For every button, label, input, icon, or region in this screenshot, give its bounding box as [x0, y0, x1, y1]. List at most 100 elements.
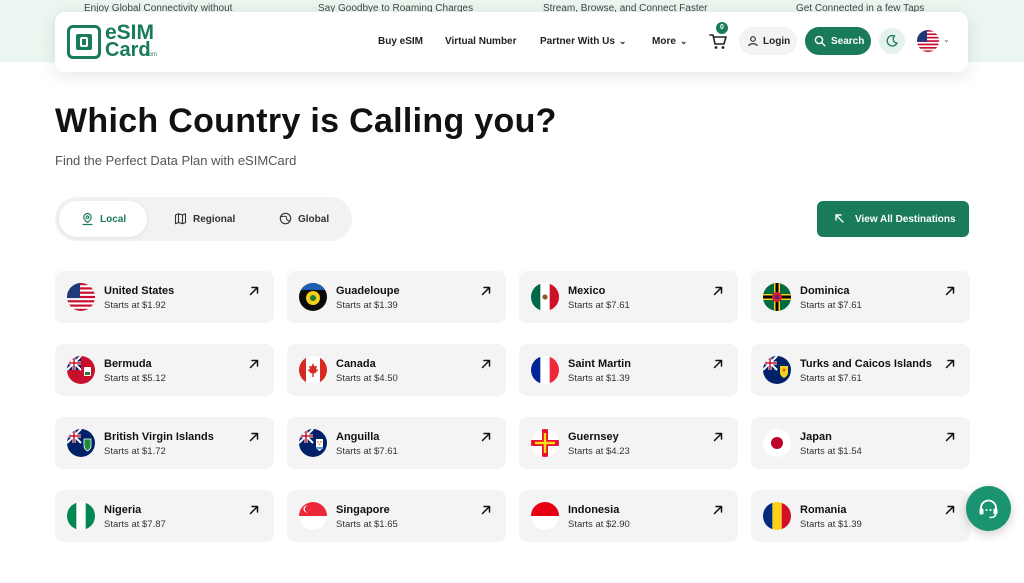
esimcard-logo[interactable]: eSIM Card .com — [65, 21, 160, 63]
page-subtitle: Find the Perfect Data Plan with eSIMCard — [55, 153, 297, 168]
country-name: Bermuda — [104, 358, 152, 370]
country-card-bermuda[interactable]: Bermuda Starts at $5.12 — [55, 344, 274, 396]
country-price: Starts at $7.87 — [104, 519, 166, 530]
tab-local[interactable]: Local — [59, 201, 147, 237]
turks-caicos-flag-icon — [763, 356, 791, 384]
search-button[interactable]: Search — [805, 27, 871, 55]
location-pin-icon — [82, 212, 93, 226]
tab-global[interactable]: Global — [261, 201, 341, 237]
arrow-up-right-icon — [248, 357, 260, 375]
arrow-up-right-icon — [712, 430, 724, 448]
country-price: Starts at $7.61 — [336, 446, 398, 457]
bermuda-flag-icon — [67, 356, 95, 384]
nav-buy-esim[interactable]: Buy eSIM — [378, 36, 423, 47]
country-name: Japan — [800, 431, 832, 443]
romania-flag-icon — [763, 502, 791, 530]
login-label: Login — [763, 36, 791, 47]
user-icon — [748, 36, 758, 47]
arrow-up-right-icon — [480, 357, 492, 375]
arrow-up-right-icon — [944, 503, 956, 521]
canada-flag-icon — [299, 356, 327, 384]
chevron-down-icon: ⌄ — [679, 36, 688, 46]
country-card-turks-caicos[interactable]: Turks and Caicos Islands Starts at $7.61 — [751, 344, 970, 396]
country-name: Indonesia — [568, 504, 620, 516]
country-card-guadeloupe[interactable]: Guadeloupe Starts at $1.39 — [287, 271, 506, 323]
country-price: Starts at $1.65 — [336, 519, 398, 530]
country-price: Starts at $7.61 — [800, 300, 862, 311]
country-card-japan[interactable]: Japan Starts at $1.54 — [751, 417, 970, 469]
chevron-down-icon: ⌄ — [943, 35, 950, 44]
country-name: Turks and Caicos Islands — [800, 358, 932, 370]
arrow-up-right-icon — [248, 284, 260, 302]
dominica-flag-icon — [763, 283, 791, 311]
country-price: Starts at $1.92 — [104, 300, 166, 311]
country-card-nigeria[interactable]: Nigeria Starts at $7.87 — [55, 490, 274, 542]
nav-more-label: More — [652, 36, 676, 47]
tab-regional-label: Regional — [193, 214, 236, 225]
arrow-up-right-icon — [480, 430, 492, 448]
country-card-saint-martin[interactable]: Saint Martin Starts at $1.39 — [519, 344, 738, 396]
country-price: Starts at $1.39 — [800, 519, 862, 530]
saint-martin-flag-icon — [531, 356, 559, 384]
tab-global-label: Global — [298, 214, 330, 225]
top-navbar: eSIM Card .com Buy eSIM Virtual Number P… — [55, 12, 968, 72]
country-name: Anguilla — [336, 431, 380, 443]
country-card-guernsey[interactable]: Guernsey Starts at $4.23 — [519, 417, 738, 469]
arrow-up-right-icon — [712, 284, 724, 302]
country-card-mexico[interactable]: Mexico Starts at $7.61 — [519, 271, 738, 323]
country-name: Dominica — [800, 285, 850, 297]
arrow-up-right-icon — [944, 284, 956, 302]
arrow-up-right-icon — [712, 503, 724, 521]
support-chat-button[interactable] — [966, 486, 1011, 531]
cart-count-badge: 0 — [716, 22, 728, 34]
guernsey-flag-icon — [531, 429, 559, 457]
plan-type-tabs: Local Regional Global — [55, 197, 352, 241]
headset-icon — [979, 499, 998, 519]
country-card-singapore[interactable]: Singapore Starts at $1.65 — [287, 490, 506, 542]
nigeria-flag-icon — [67, 502, 95, 530]
view-all-label: View All Destinations — [855, 214, 956, 225]
country-card-dominica[interactable]: Dominica Starts at $7.61 — [751, 271, 970, 323]
country-card-anguilla[interactable]: Anguilla Starts at $7.61 — [287, 417, 506, 469]
nav-virtual-number[interactable]: Virtual Number — [445, 36, 517, 47]
view-all-destinations-button[interactable]: View All Destinations — [817, 201, 969, 237]
country-name: Nigeria — [104, 504, 142, 516]
theme-toggle-button[interactable] — [879, 28, 905, 54]
country-name: Romania — [800, 504, 847, 516]
page-title: Which Country is Calling you? — [55, 102, 557, 140]
country-price: Starts at $7.61 — [568, 300, 630, 311]
arrow-up-right-icon — [944, 357, 956, 375]
country-card-bvi[interactable]: British Virgin Islands Starts at $1.72 — [55, 417, 274, 469]
japan-flag-icon — [763, 429, 791, 457]
map-icon — [174, 213, 187, 225]
country-card-us[interactable]: United States Starts at $1.92 — [55, 271, 274, 323]
country-name: Canada — [336, 358, 376, 370]
country-name: Guadeloupe — [336, 285, 400, 297]
arrow-up-left-icon — [835, 214, 844, 223]
nav-more[interactable]: More ⌄ — [652, 36, 687, 47]
country-card-canada[interactable]: Canada Starts at $4.50 — [287, 344, 506, 396]
country-price: Starts at $5.12 — [104, 373, 166, 384]
login-button[interactable]: Login — [739, 27, 797, 55]
country-name: British Virgin Islands — [104, 431, 214, 443]
bvi-flag-icon — [67, 429, 95, 457]
country-name: United States — [104, 285, 175, 297]
language-selector[interactable]: ⌄ — [917, 30, 953, 52]
chevron-down-icon: ⌄ — [618, 36, 627, 46]
arrow-up-right-icon — [712, 357, 724, 375]
sim-chip-icon — [67, 25, 101, 59]
indonesia-flag-icon — [531, 502, 559, 530]
anguilla-flag-icon — [299, 429, 327, 457]
country-price: Starts at $1.54 — [800, 446, 862, 457]
guadeloupe-flag-icon — [299, 283, 327, 311]
tab-regional[interactable]: Regional — [159, 201, 247, 237]
country-price: Starts at $1.39 — [568, 373, 630, 384]
country-card-indonesia[interactable]: Indonesia Starts at $2.90 — [519, 490, 738, 542]
search-label: Search — [831, 36, 865, 47]
tab-local-label: Local — [100, 214, 127, 225]
arrow-up-right-icon — [944, 430, 956, 448]
nav-partner-with-us[interactable]: Partner With Us ⌄ — [540, 36, 626, 47]
country-card-romania[interactable]: Romania Starts at $1.39 — [751, 490, 970, 542]
country-price: Starts at $4.23 — [568, 446, 630, 457]
country-price: Starts at $2.90 — [568, 519, 630, 530]
